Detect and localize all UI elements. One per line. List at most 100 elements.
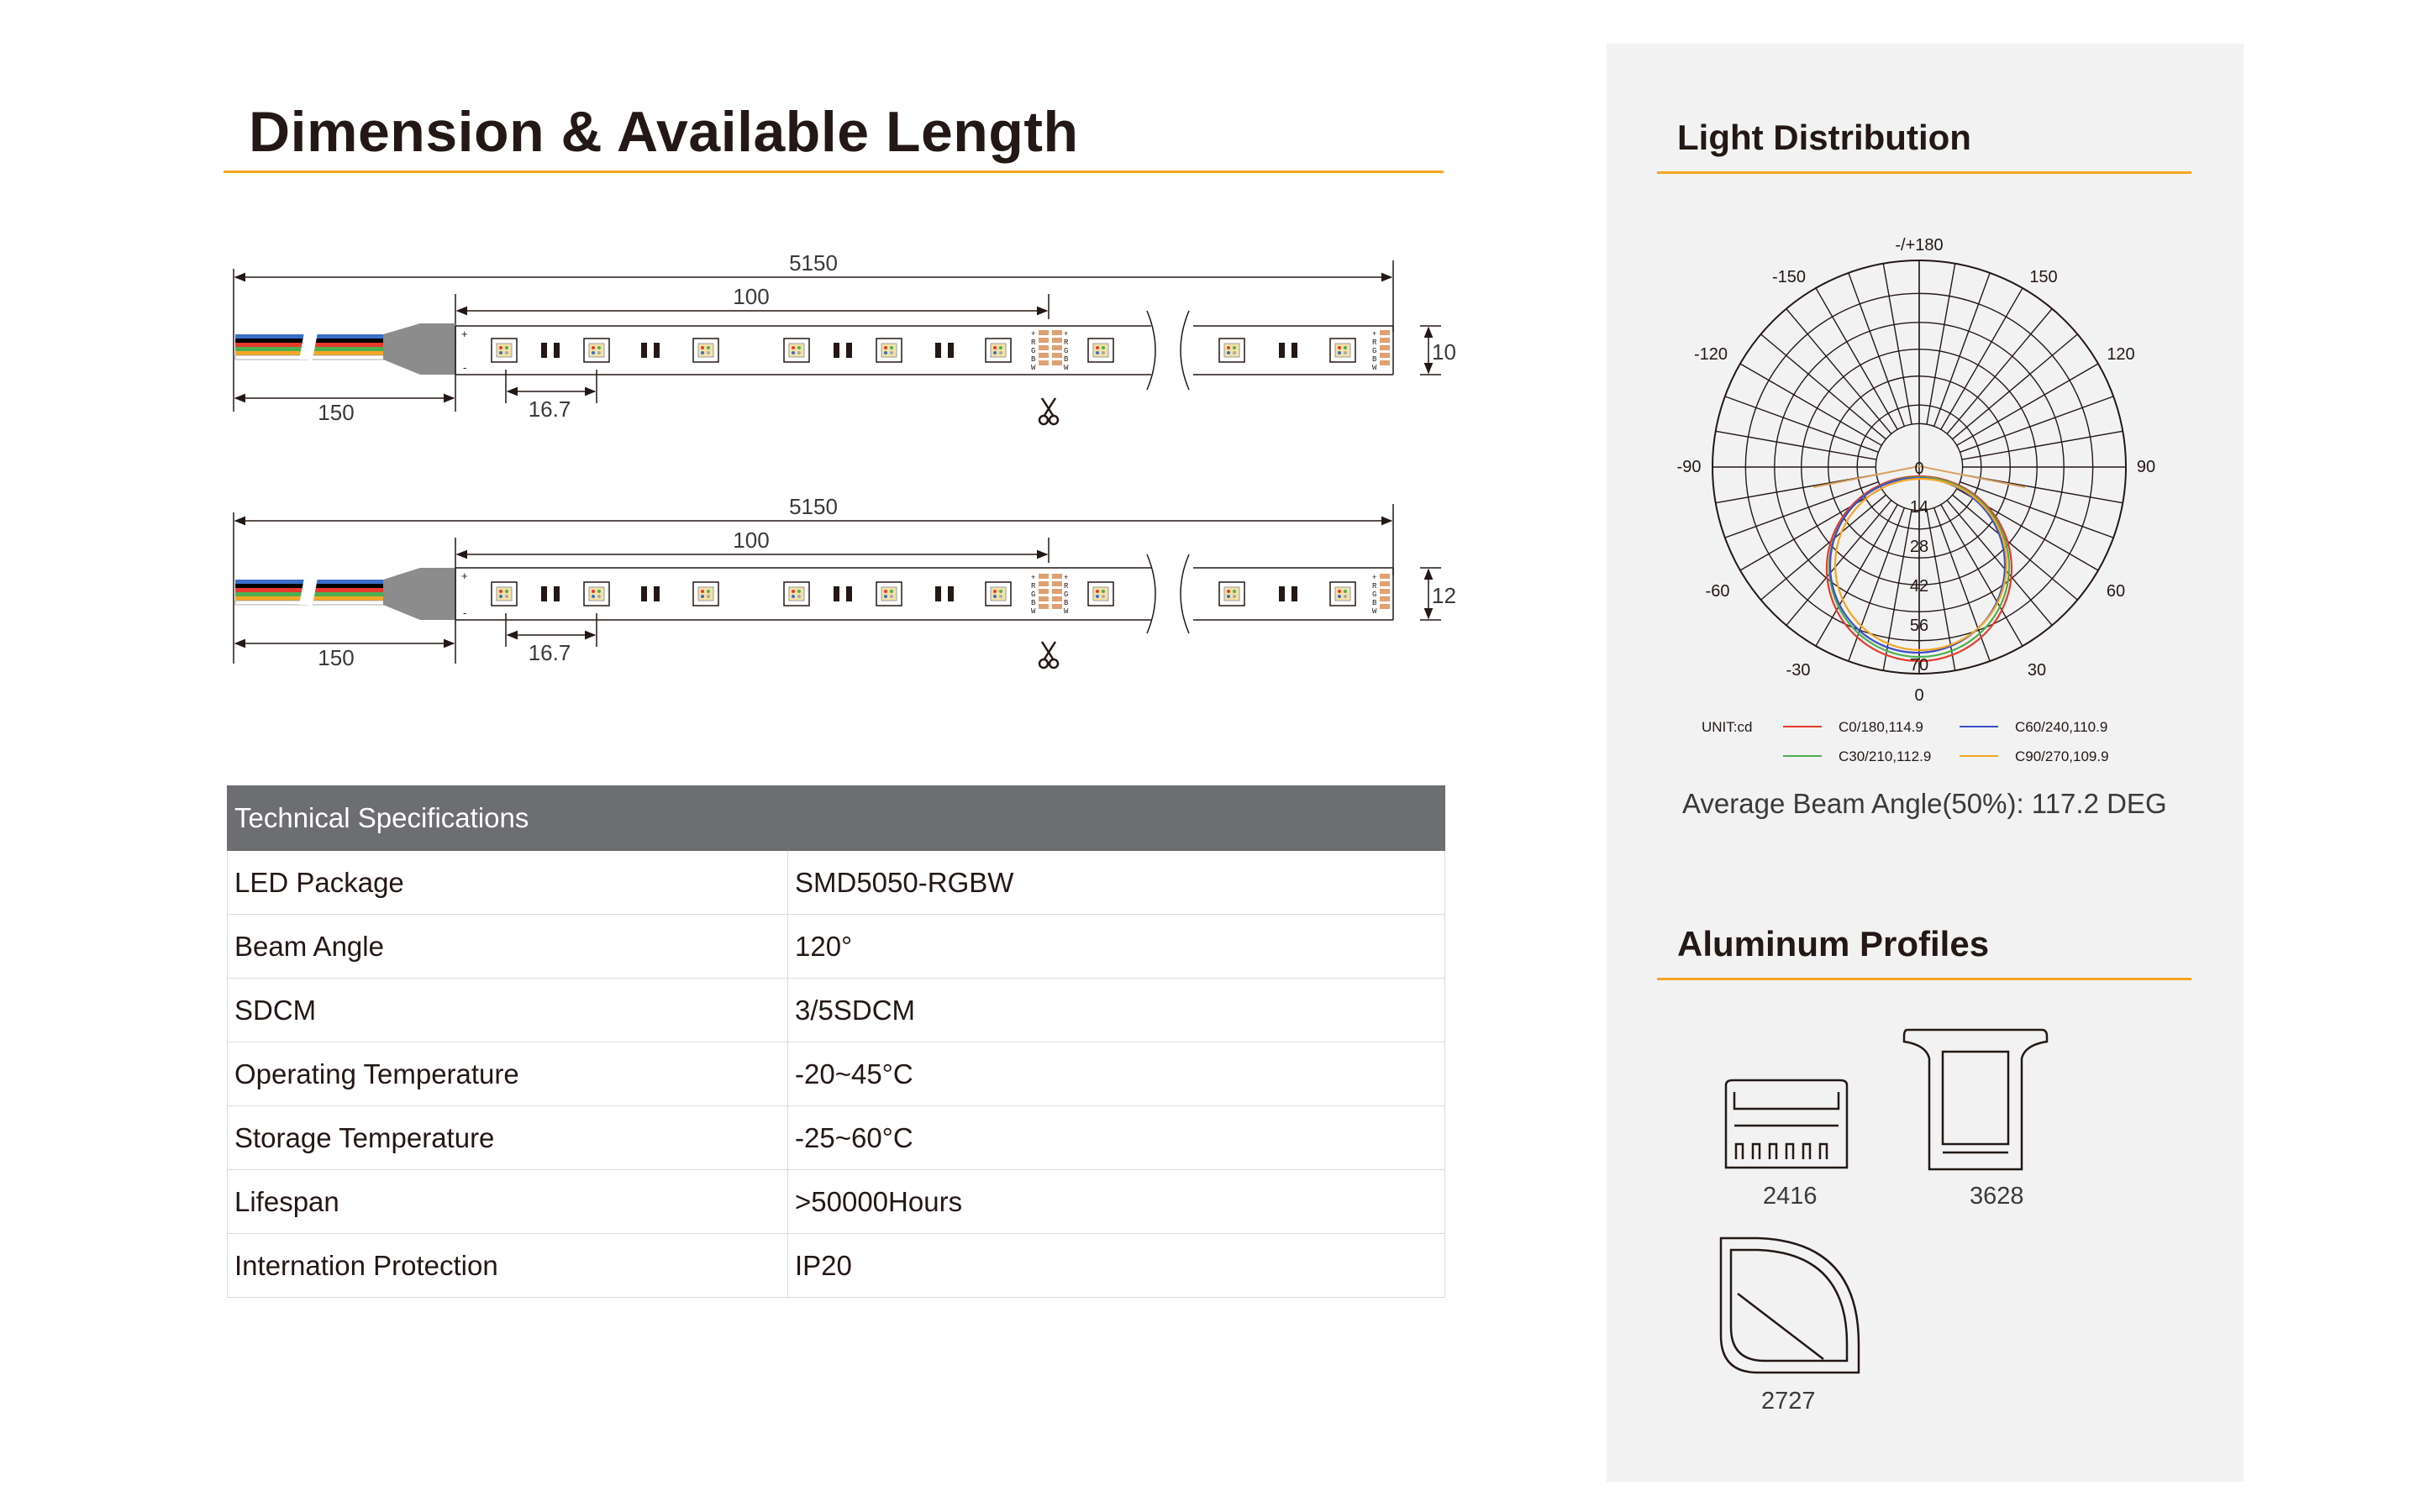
spec-value: 3/5SDCM [787, 978, 1445, 1042]
angle-label-neg120: -120 [1694, 345, 1728, 364]
spec-label: Operating Temperature [227, 1042, 788, 1106]
angle-label-120: 120 [2107, 345, 2134, 364]
angle-label-neg60: -60 [1706, 582, 1730, 601]
radial-label-28: 28 [1910, 538, 1928, 556]
svg-text:B: B [1064, 355, 1069, 364]
angle-label-neg90: -90 [1677, 458, 1702, 476]
spec-label: Storage Temperature [227, 1105, 788, 1170]
legend-c0-180: C0/180,114.9 [1839, 719, 1923, 735]
legend-c90-270: C90/270,109.9 [2015, 748, 2109, 764]
table-row: Beam Angle 120° [227, 914, 1445, 979]
spec-value: IP20 [787, 1233, 1445, 1298]
polar-spoke [1933, 507, 1991, 662]
svg-text:-: - [463, 606, 466, 619]
pitch-label-1: 16.7 [529, 396, 571, 422]
width-label-2: 12 [1432, 583, 1456, 608]
svg-text:R: R [1064, 582, 1069, 591]
table-row: LED Package SMD5050-RGBW [227, 850, 1445, 915]
spec-value: -20~45°C [787, 1042, 1445, 1106]
pitch-label-2: 16.7 [529, 640, 571, 665]
svg-text:+: + [1372, 574, 1376, 582]
svg-text:R: R [1064, 339, 1069, 347]
svg-text:B: B [1031, 355, 1036, 364]
profile-2727-drawing [1719, 1236, 1860, 1374]
svg-text:W: W [1372, 607, 1377, 616]
spec-value: 120° [787, 914, 1445, 979]
spec-value: SMD5050-RGBW [787, 850, 1445, 915]
spec-value: >50000Hours [787, 1169, 1445, 1234]
svg-text:+: + [1031, 330, 1035, 339]
table-row: Lifespan >50000Hours [227, 1169, 1445, 1234]
spec-label: Lifespan [227, 1169, 788, 1234]
polar-spoke [1848, 272, 1905, 427]
angle-label-60: 60 [2107, 582, 2125, 601]
polar-spoke [1724, 396, 1879, 453]
segment-length-label-2: 100 [733, 528, 769, 553]
radial-label-56: 56 [1910, 617, 1928, 635]
table-row: Operating Temperature -20~45°C [227, 1042, 1445, 1106]
profile-3628-drawing [1902, 1028, 2049, 1171]
radial-label-0: 0 [1914, 459, 1923, 478]
average-beam-angle: Average Beam Angle(50%): 117.2 DEG [1682, 788, 2167, 819]
width-label-1: 10 [1432, 339, 1456, 365]
svg-text:G: G [1064, 591, 1068, 599]
svg-text:+: + [1031, 574, 1035, 582]
spec-label: LED Package [227, 850, 788, 915]
angle-label-neg30: -30 [1786, 661, 1811, 680]
svg-text:G: G [1064, 347, 1068, 355]
svg-text:G: G [1031, 591, 1035, 599]
polar-spoke [1715, 430, 1877, 460]
total-length-label-2: 5150 [789, 494, 838, 519]
svg-text:B: B [1372, 355, 1377, 364]
specs-header: Technical Specifications [227, 785, 1445, 851]
svg-text:W: W [1064, 364, 1069, 372]
svg-text:R: R [1372, 339, 1377, 347]
polar-spoke [1961, 430, 2123, 460]
svg-text:R: R [1372, 582, 1377, 591]
svg-text:+: + [1064, 330, 1068, 339]
svg-text:B: B [1372, 599, 1377, 607]
svg-text:R: R [1031, 339, 1036, 347]
svg-text:W: W [1372, 364, 1377, 372]
total-length-label-1: 5150 [789, 250, 838, 276]
svg-text:+: + [461, 570, 468, 582]
profile-label-2416: 2416 [1763, 1183, 1818, 1210]
svg-text:B: B [1064, 599, 1069, 607]
angle-label-30: 30 [2028, 661, 2046, 680]
polar-spoke [1960, 396, 2114, 453]
angle-label-0: 0 [1914, 686, 1923, 705]
lead-length-label-1: 150 [318, 400, 354, 425]
svg-text:B: B [1031, 599, 1036, 607]
angle-label-180: -/+180 [1895, 236, 1943, 255]
polar-spoke [1882, 263, 1912, 425]
angle-label-neg150: -150 [1772, 268, 1806, 286]
svg-text:+: + [1372, 330, 1376, 339]
scissors-icon [1038, 397, 1060, 426]
table-row: Storage Temperature -25~60°C [227, 1105, 1445, 1170]
svg-text:G: G [1031, 347, 1035, 355]
strip-diagram-1: + - +RGBW +RGBW +RGBW [233, 260, 1441, 426]
svg-text:W: W [1031, 364, 1036, 372]
lead-length-label-2: 150 [318, 645, 354, 670]
legend-c30-210: C30/210,112.9 [1839, 748, 1931, 764]
svg-text:-: - [463, 361, 466, 374]
scissors-icon [1038, 641, 1060, 669]
profile-label-3628: 3628 [1970, 1183, 2024, 1210]
svg-text:R: R [1031, 582, 1036, 591]
svg-text:G: G [1372, 347, 1376, 355]
polar-spoke [1960, 481, 2114, 538]
angle-label-150: 150 [2029, 268, 2057, 286]
technical-specifications-table: Technical Specifications LED Package SMD5… [227, 785, 1445, 1298]
table-row: SDCM 3/5SDCM [227, 978, 1445, 1042]
unit-label: UNIT:cd [1702, 719, 1752, 735]
spec-label: SDCM [227, 978, 788, 1042]
angle-label-90: 90 [2137, 458, 2155, 476]
segment-length-label-1: 100 [733, 284, 769, 309]
strip-diagram-2: + - +RGBW +RGBW +RGBW [233, 504, 1441, 669]
chart-legend: UNIT:cd C0/180,114.9 C60/240,110.9 C30/2… [1702, 719, 2109, 764]
svg-text:+: + [461, 328, 468, 340]
polar-spoke [1933, 272, 1991, 427]
radial-label-14: 14 [1910, 498, 1928, 517]
radial-label-42: 42 [1910, 577, 1928, 596]
legend-c60-240: C60/240,110.9 [2015, 719, 2107, 735]
